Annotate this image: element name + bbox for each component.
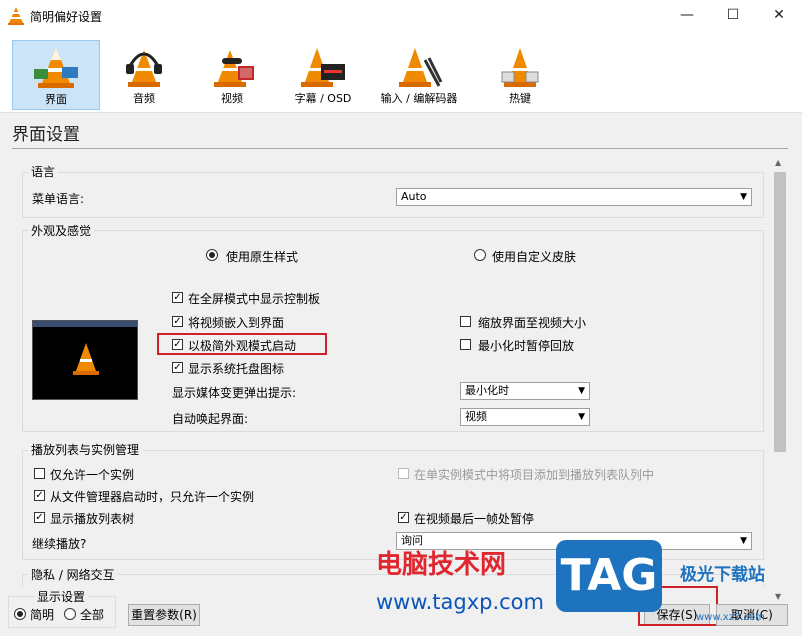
custom-skin-label: 使用自定义皮肤	[492, 250, 577, 264]
pause-last-frame-label: 在视频最后一帧处暂停	[414, 512, 535, 526]
simple-mode-radio[interactable]	[14, 608, 26, 620]
tab-subtitles-osd[interactable]: 字幕 / OSD	[278, 40, 368, 108]
tab-interface[interactable]: 界面	[12, 40, 100, 110]
tab-hotkeys-label: 热键	[509, 92, 531, 105]
tab-audio[interactable]: 音频	[102, 40, 186, 108]
chevron-down-icon: ▼	[740, 536, 747, 546]
tab-input-codecs-label: 输入 / 编解码器	[380, 92, 458, 105]
watermark-right-url: www.xz7.com	[696, 612, 765, 623]
chevron-down-icon: ▼	[578, 412, 585, 422]
menu-language-value: Auto	[401, 190, 427, 203]
window-title: 简明偏好设置	[30, 10, 103, 24]
language-group-label: 语言	[28, 163, 59, 180]
playlist-group-label: 播放列表与实例管理	[28, 441, 143, 458]
file-manager-instance-checkbox[interactable]: ✓	[34, 490, 45, 501]
raise-interface-label: 自动唤起界面:	[172, 412, 249, 426]
maximize-button[interactable]: ☐	[710, 0, 756, 32]
page-title: 界面设置	[12, 125, 80, 145]
native-style-label: 使用原生样式	[226, 250, 299, 264]
display-settings-label: 显示设置	[34, 588, 89, 605]
scroll-up-icon[interactable]: ▲	[775, 158, 781, 167]
menu-language-select[interactable]: Auto ▼	[396, 188, 752, 206]
pause-last-frame-checkbox[interactable]: ✓	[398, 512, 409, 523]
tab-subtitles-osd-label: 字幕 / OSD	[294, 92, 352, 105]
preview-titlebar	[33, 321, 137, 327]
custom-skin-radio[interactable]	[474, 249, 486, 261]
resize-interface-label: 缩放界面至视频大小	[478, 316, 587, 330]
pause-minimized-checkbox[interactable]	[460, 339, 471, 350]
cone-video-icon	[214, 50, 254, 87]
fullscreen-controls-checkbox[interactable]: ✓	[172, 292, 183, 303]
embed-video-label: 将视频嵌入到界面	[188, 316, 285, 330]
one-instance-label: 仅允许一个实例	[50, 468, 135, 482]
raise-interface-select[interactable]: 视频 ▼	[460, 408, 590, 426]
scrollbar-thumb[interactable]	[774, 172, 786, 452]
scroll-down-icon[interactable]: ▼	[775, 592, 781, 601]
native-style-radio[interactable]	[206, 249, 218, 261]
preview-thumbnail	[32, 320, 138, 400]
watermark-right-text: 极光下载站	[680, 565, 765, 585]
minimal-start-label: 以极简外观模式启动	[188, 339, 297, 353]
vlc-app-icon	[8, 7, 24, 28]
tab-video[interactable]: 视频	[190, 40, 274, 108]
minimal-start-checkbox[interactable]: ✓	[172, 339, 183, 350]
tab-video-label: 视频	[221, 92, 243, 105]
systray-label: 显示系统托盘图标	[188, 362, 285, 376]
tab-hotkeys[interactable]: 热键	[478, 40, 562, 108]
tab-audio-label: 音频	[133, 92, 155, 105]
cone-headphones-icon	[126, 50, 162, 87]
simple-mode-label: 简明	[30, 608, 55, 622]
all-mode-radio[interactable]	[64, 608, 76, 620]
vlc-cone-preview-icon	[73, 343, 99, 375]
reset-preferences-button[interactable]: 重置参数(R)	[128, 604, 200, 626]
show-playlist-tree-checkbox[interactable]: ✓	[34, 512, 45, 523]
pause-minimized-label: 最小化时暂停回放	[478, 339, 575, 353]
tab-input-codecs[interactable]: 输入 / 编解码器	[370, 40, 468, 108]
resize-interface-checkbox[interactable]	[460, 316, 471, 327]
resume-playback-label: 继续播放?	[32, 537, 87, 551]
media-popup-value: 最小化时	[465, 384, 509, 397]
tab-interface-label: 界面	[45, 93, 67, 106]
cone-interface-icon	[34, 47, 78, 88]
systray-checkbox[interactable]: ✓	[172, 362, 183, 373]
raise-interface-value: 视频	[465, 410, 487, 423]
all-mode-label: 全部	[80, 608, 105, 622]
watermark-tag-badge: TAG	[556, 540, 662, 612]
chevron-down-icon: ▼	[740, 192, 747, 202]
fullscreen-controls-label: 在全屏模式中显示控制板	[188, 292, 321, 306]
media-popup-label: 显示媒体变更弹出提示:	[172, 386, 297, 400]
embed-video-checkbox[interactable]: ✓	[172, 316, 183, 327]
watermark-url: www.tagxp.com	[376, 590, 544, 614]
cone-subtitle-icon	[301, 48, 345, 87]
enqueue-label: 在单实例模式中将项目添加到播放列表队列中	[414, 468, 655, 482]
minimize-button[interactable]: —	[664, 0, 710, 32]
file-manager-instance-label: 从文件管理器启动时，只允许一个实例	[50, 490, 255, 504]
look-and-feel-group-label: 外观及感觉	[28, 222, 95, 239]
watermark-site-name: 电脑技术网	[376, 550, 507, 580]
show-playlist-tree-label: 显示播放列表树	[50, 512, 135, 526]
media-popup-select[interactable]: 最小化时 ▼	[460, 382, 590, 400]
close-button[interactable]: ✕	[756, 0, 802, 32]
cone-hotkeys-icon	[501, 48, 539, 87]
chevron-down-icon: ▼	[578, 386, 585, 396]
cone-input-icon	[399, 48, 443, 87]
one-instance-checkbox[interactable]	[34, 468, 45, 479]
title-divider	[12, 148, 788, 149]
privacy-group-label: 隐私 / 网络交互	[28, 566, 118, 583]
menu-language-label: 菜单语言:	[32, 192, 85, 206]
enqueue-checkbox[interactable]	[398, 468, 409, 479]
